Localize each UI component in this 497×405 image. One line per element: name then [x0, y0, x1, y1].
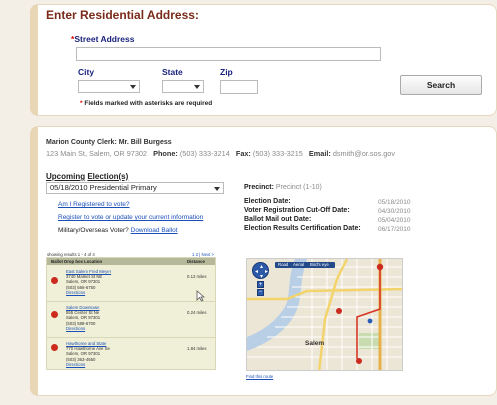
certification-date-label: Election Results Certification Date: [244, 225, 361, 232]
table-row[interactable]: East Salem Fred Meyer 3740 Market St NE … [47, 266, 215, 302]
state-select[interactable] [162, 80, 204, 93]
table-row[interactable]: Salem Downtown 555 Center St Ne Salem, O… [47, 303, 215, 338]
clerk-name: Marion County Clerk: Mr. Bill Burgess [46, 139, 172, 146]
map-marker-icon [51, 344, 58, 351]
clerk-fax: (503) 333-3215 [252, 149, 303, 158]
zip-label: Zip [220, 67, 233, 77]
address-form-heading: Enter Residential Address: [46, 8, 199, 22]
election-date-value: 05/18/2010 [378, 199, 411, 206]
dropbox-distance: 0.12 miles [187, 274, 207, 279]
cutoff-date-label: Voter Registration Cut-Off Date: [244, 207, 350, 214]
election-select[interactable]: 05/18/2010 Presidential Primary [46, 182, 224, 194]
state-label: State [162, 67, 183, 77]
zoom-out-button[interactable]: − [257, 289, 264, 296]
directions-link[interactable]: Directions [66, 362, 110, 367]
map-type-bar: Road Aerial Bird's eye [275, 262, 335, 268]
map-footer-link[interactable]: Find this route [246, 374, 273, 379]
table-header: Ballot Drop box Location Distance [47, 258, 215, 265]
clerk-contact: 123 Main St, Salem, OR 97302 Phone: (503… [46, 149, 396, 158]
required-note: * Fields marked with asterisks are requi… [80, 100, 213, 107]
map-pan-control[interactable] [252, 262, 269, 279]
zoom-in-button[interactable]: + [257, 281, 264, 288]
chevron-down-icon [194, 85, 200, 89]
map-tab-birds-eye[interactable]: Bird's eye [310, 262, 329, 267]
map-tab-road[interactable]: Road [278, 262, 288, 267]
map-view[interactable]: Road Aerial Bird's eye + − Salem [246, 258, 403, 371]
map-tab-aerial[interactable]: Aerial [293, 262, 304, 267]
mailout-date-label: Ballot Mail out Date: [244, 216, 312, 223]
upcoming-elections-heading: Upcoming Election(s) [46, 172, 129, 181]
street-address-input[interactable] [76, 47, 381, 61]
map-marker-icon [51, 277, 58, 284]
dropbox-distance: 0.24 miles [187, 310, 207, 315]
city-select[interactable] [78, 80, 140, 93]
directions-link[interactable]: Directions [66, 326, 100, 331]
zip-input[interactable] [220, 80, 258, 94]
certification-date-value: 06/17/2010 [378, 226, 411, 233]
precinct-row: Precinct: Precinct (1-10) [244, 184, 322, 191]
map-city-label: Salem [305, 340, 325, 347]
street-label: *Street Address [71, 34, 135, 44]
dropbox-distance: 1.84 miles [187, 346, 207, 351]
city-label: City [78, 67, 95, 77]
register-to-vote-link[interactable]: Register to vote or update your current … [58, 214, 203, 221]
military-voter-row: Military/Overseas Voter? Download Ballot [58, 227, 178, 234]
table-row[interactable]: Hawthorne and State 770 Hawthorne Ave Se… [47, 339, 215, 370]
clerk-address: 123 Main St, Salem, OR 97302 [46, 149, 147, 158]
clerk-phone: (503) 333-3214 [179, 149, 230, 158]
chevron-down-icon [214, 187, 220, 191]
compass-icon [255, 265, 268, 278]
clerk-email[interactable]: dsmith@or.sos.gov [333, 149, 395, 158]
am-i-registered-link[interactable]: Am I Registered to vote? [58, 201, 130, 208]
download-ballot-link[interactable]: Download Ballot [131, 227, 178, 234]
election-date-label: Election Date: [244, 198, 291, 205]
search-button[interactable]: Search [400, 75, 482, 95]
col-location: Ballot Drop box Location [51, 259, 103, 264]
col-distance: Distance [187, 259, 205, 264]
mailout-date-value: 05/04/2010 [378, 217, 411, 224]
cutoff-date-value: 04/30/2010 [378, 208, 411, 215]
map-marker-icon [51, 311, 58, 318]
chevron-down-icon [130, 85, 136, 89]
dropbox-table: Ballot Drop box Location Distance East S… [46, 257, 216, 370]
directions-link[interactable]: Directions [66, 290, 111, 295]
street-map [247, 259, 402, 370]
mouse-cursor-icon [196, 290, 205, 302]
